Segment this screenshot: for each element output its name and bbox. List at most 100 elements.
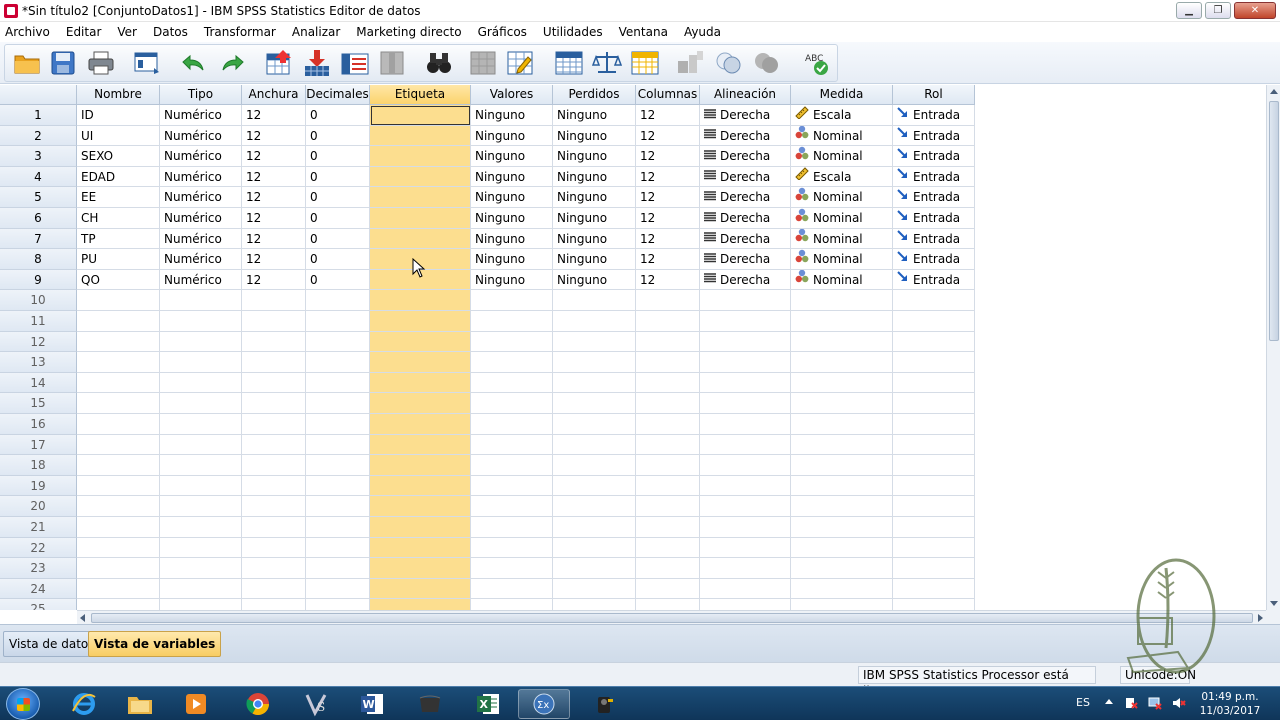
cell-medida[interactable]: Nominal (791, 125, 893, 147)
row-number[interactable]: 23 (0, 558, 77, 579)
menu-ayuda[interactable]: Ayuda (679, 25, 726, 39)
weight-cases-icon[interactable] (592, 48, 622, 78)
header-alineacion[interactable]: Alineación (700, 85, 791, 105)
cell-rol[interactable] (893, 393, 975, 414)
cell-decimales[interactable] (306, 517, 370, 538)
cell-etiqueta[interactable] (370, 187, 471, 208)
cell-rol[interactable]: Entrada (893, 208, 975, 229)
cell-medida[interactable]: Nominal (791, 187, 893, 208)
vertical-scrollbar[interactable] (1266, 85, 1280, 610)
cell-etiqueta[interactable] (370, 578, 471, 600)
language-indicator[interactable]: ES (1076, 696, 1090, 709)
cell-tipo[interactable] (160, 558, 242, 579)
cell-nombre[interactable] (77, 372, 160, 394)
show-all-variables-icon[interactable] (752, 48, 782, 78)
cell-perdidos[interactable] (553, 496, 636, 517)
table-row[interactable]: 8 PU Numérico 12 0 Ninguno Ninguno 12 Derecha Nom… (0, 249, 975, 270)
cell-columnas[interactable] (636, 558, 700, 579)
menu-editar[interactable]: Editar (61, 25, 107, 39)
menu-analizar[interactable]: Analizar (287, 25, 345, 39)
cell-tipo[interactable] (160, 331, 242, 353)
cell-etiqueta[interactable] (370, 475, 471, 497)
network-icon[interactable] (1148, 696, 1162, 710)
cell-anchura[interactable]: 12 (242, 269, 306, 291)
row-number[interactable]: 22 (0, 537, 77, 559)
cell-nombre[interactable]: SEXO (77, 146, 160, 167)
cell-tipo[interactable] (160, 414, 242, 435)
cell-perdidos[interactable] (553, 352, 636, 373)
system-clock[interactable]: 01:49 p.m. 11/03/2017 (1195, 690, 1265, 718)
header-nombre[interactable]: Nombre (77, 85, 160, 105)
visual-studio-icon[interactable]: S (290, 689, 342, 719)
undo-icon[interactable] (178, 48, 208, 78)
table-row[interactable]: 5 EE Numérico 12 0 Ninguno Ninguno 12 Derecha Nom… (0, 187, 975, 208)
table-row[interactable]: 4 EDAD Numérico 12 0 Ninguno Ninguno 12 Derecha E… (0, 166, 975, 188)
cell-rol[interactable] (893, 372, 975, 394)
split-file-icon[interactable] (554, 48, 584, 78)
cell-tipo[interactable] (160, 455, 242, 476)
cell-alineacion[interactable] (700, 496, 791, 517)
cell-perdidos[interactable] (553, 475, 636, 497)
scroll-down-icon[interactable] (1270, 601, 1278, 606)
cell-alineacion[interactable] (700, 475, 791, 497)
cell-rol[interactable] (893, 414, 975, 435)
spss-icon[interactable]: Σx (518, 689, 570, 719)
cell-valores[interactable]: Ninguno (471, 249, 553, 270)
tray-expand-icon[interactable] (1105, 699, 1113, 704)
cell-nombre[interactable] (77, 558, 160, 579)
cell-perdidos[interactable]: Ninguno (553, 187, 636, 208)
scroll-left-icon[interactable] (80, 614, 85, 622)
cell-decimales[interactable] (306, 331, 370, 353)
cell-perdidos[interactable] (553, 537, 636, 559)
cell-rol[interactable] (893, 455, 975, 476)
cell-alineacion[interactable]: Derecha (700, 269, 791, 291)
table-row[interactable]: 21 (0, 517, 975, 538)
header-etiqueta[interactable]: Etiqueta (370, 85, 471, 105)
row-number[interactable]: 1 (0, 105, 77, 126)
cell-decimales[interactable]: 0 (306, 166, 370, 188)
cell-decimales[interactable] (306, 475, 370, 497)
cell-rol[interactable] (893, 331, 975, 353)
cell-medida[interactable] (791, 537, 893, 559)
cell-alineacion[interactable] (700, 331, 791, 353)
cell-alineacion[interactable]: Derecha (700, 228, 791, 250)
go-to-variable-icon[interactable] (302, 48, 332, 78)
cell-perdidos[interactable]: Ninguno (553, 105, 636, 126)
cell-valores[interactable] (471, 352, 553, 373)
open-folder-icon[interactable] (12, 48, 42, 78)
cell-decimales[interactable]: 0 (306, 105, 370, 126)
cell-alineacion[interactable] (700, 558, 791, 579)
cell-columnas[interactable] (636, 414, 700, 435)
close-button[interactable]: ✕ (1234, 2, 1276, 19)
cell-anchura[interactable] (242, 537, 306, 559)
scroll-up-icon[interactable] (1270, 89, 1278, 94)
table-row[interactable]: 22 (0, 537, 975, 559)
cell-valores[interactable] (471, 455, 553, 476)
cell-tipo[interactable] (160, 578, 242, 600)
cell-valores[interactable]: Ninguno (471, 187, 553, 208)
maximize-button[interactable]: ❐ (1205, 2, 1231, 19)
cell-alineacion[interactable]: Derecha (700, 166, 791, 188)
cell-tipo[interactable] (160, 311, 242, 332)
table-row[interactable]: 23 (0, 558, 975, 579)
cell-decimales[interactable]: 0 (306, 187, 370, 208)
cell-alineacion[interactable]: Derecha (700, 208, 791, 229)
cell-valores[interactable] (471, 475, 553, 497)
row-number[interactable]: 15 (0, 393, 77, 414)
cell-etiqueta[interactable] (370, 311, 471, 332)
cell-valores[interactable] (471, 414, 553, 435)
cell-anchura[interactable] (242, 434, 306, 456)
cell-medida[interactable]: Nominal (791, 269, 893, 291)
row-number[interactable]: 8 (0, 249, 77, 270)
cell-medida[interactable]: Nominal (791, 146, 893, 167)
cell-valores[interactable] (471, 372, 553, 394)
cell-rol[interactable] (893, 517, 975, 538)
cell-columnas[interactable] (636, 434, 700, 456)
row-number[interactable]: 21 (0, 517, 77, 538)
value-labels-icon[interactable] (676, 48, 706, 78)
chrome-icon[interactable] (232, 689, 284, 719)
cell-anchura[interactable]: 12 (242, 208, 306, 229)
cell-tipo[interactable] (160, 496, 242, 517)
cell-perdidos[interactable] (553, 517, 636, 538)
cell-rol[interactable] (893, 558, 975, 579)
